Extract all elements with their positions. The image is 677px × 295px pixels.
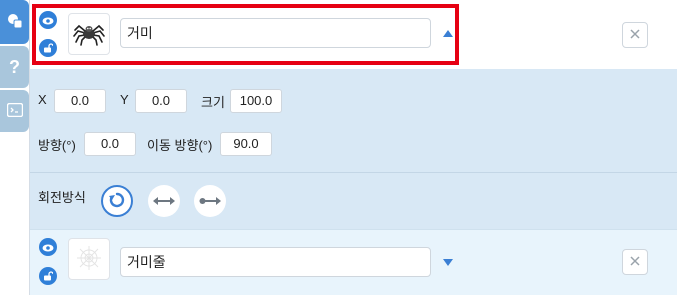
close-icon — [630, 253, 640, 271]
rotation-all-around-button[interactable] — [101, 185, 133, 217]
rotation-label: 회전방식 — [38, 190, 86, 205]
object-panel: 거미 X 0.0 Y 0.0 크기 100.0 방향(°) 0.0 이동 방향(… — [29, 0, 677, 295]
x-input[interactable]: 0.0 — [54, 89, 106, 113]
unlock-icon — [43, 269, 54, 284]
move-direction-input[interactable]: 90.0 — [220, 132, 272, 156]
sprite-name-input[interactable]: 거미줄 — [120, 247, 431, 277]
sprite-thumbnail[interactable] — [68, 238, 110, 280]
delete-sprite-button[interactable] — [622, 249, 648, 275]
tab-console[interactable] — [0, 90, 29, 132]
expand-caret-icon[interactable] — [443, 259, 453, 266]
eye-icon — [42, 240, 54, 255]
tab-objects[interactable] — [0, 0, 29, 44]
y-label: Y — [120, 92, 129, 107]
lock-toggle[interactable] — [39, 39, 57, 57]
size-label: 크기 — [201, 95, 225, 110]
rotate-all-around-icon — [108, 191, 126, 212]
move-direction-label: 이동 방향(°) — [147, 138, 213, 153]
direction-input[interactable]: 0.0 — [84, 132, 136, 156]
rotation-left-right-button[interactable] — [148, 185, 180, 217]
tab-help[interactable]: ? — [0, 46, 29, 88]
y-input[interactable]: 0.0 — [135, 89, 187, 113]
question-icon: ? — [9, 56, 20, 77]
size-input[interactable]: 100.0 — [230, 89, 282, 113]
sprite-row-web[interactable]: 거미줄 — [30, 229, 677, 295]
rotation-none-button[interactable] — [194, 185, 226, 217]
sprite-row-spider[interactable]: 거미 — [30, 3, 677, 69]
lock-toggle[interactable] — [39, 267, 57, 285]
web-icon — [76, 245, 102, 274]
no-rotate-icon — [199, 194, 221, 209]
sprite-thumbnail[interactable] — [68, 13, 110, 55]
side-tab-bar: ? — [0, 0, 29, 295]
left-right-icon — [153, 194, 175, 209]
delete-sprite-button[interactable] — [622, 22, 648, 48]
visibility-toggle[interactable] — [39, 238, 57, 256]
console-icon — [6, 102, 23, 120]
direction-label: 방향(°) — [38, 138, 76, 153]
unlock-icon — [43, 41, 54, 56]
collapse-caret-icon[interactable] — [443, 30, 453, 37]
section-divider — [30, 172, 677, 173]
sprite-properties: X 0.0 Y 0.0 크기 100.0 방향(°) 0.0 이동 방향(°) … — [30, 69, 677, 229]
sprite-name-input[interactable]: 거미 — [120, 18, 431, 48]
eye-icon — [42, 13, 54, 28]
spider-icon — [73, 20, 105, 49]
close-icon — [630, 26, 640, 44]
shapes-icon — [6, 12, 24, 33]
x-label: X — [38, 92, 47, 107]
visibility-toggle[interactable] — [39, 11, 57, 29]
